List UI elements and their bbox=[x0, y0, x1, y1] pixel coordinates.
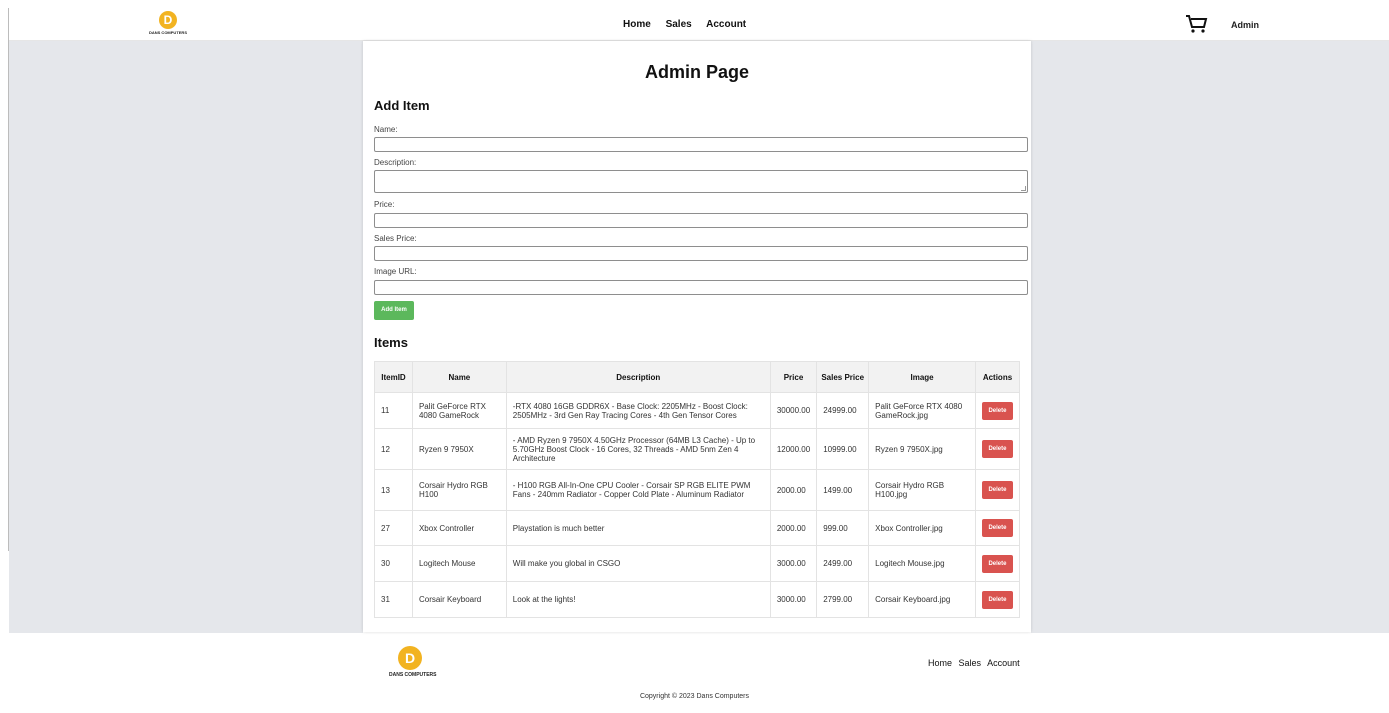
description-textarea[interactable] bbox=[374, 170, 1028, 193]
footer-nav-account[interactable]: Account bbox=[987, 658, 1020, 668]
table-row: 12 Ryzen 9 7950X - AMD Ryzen 9 7950X 4.5… bbox=[374, 428, 1021, 470]
table-header-row: ItemID Name Description Price Sales Pric… bbox=[374, 361, 1021, 393]
cell-sales-price: 1499.00 bbox=[816, 469, 870, 511]
admin-panel: Admin Page Add Item Name: Description: P… bbox=[363, 41, 1031, 632]
delete-button[interactable]: Delete bbox=[981, 519, 1013, 537]
cell-name: Palit GeForce RTX 4080 GameRock bbox=[411, 392, 507, 429]
nav-home[interactable]: Home bbox=[623, 19, 651, 30]
header-name: Name bbox=[411, 361, 507, 393]
cell-price: 2000.00 bbox=[769, 469, 818, 511]
add-item-heading: Add Item bbox=[374, 98, 430, 113]
cell-sales-price: 10999.00 bbox=[816, 428, 870, 470]
table-row: 30 Logitech Mouse Will make you global i… bbox=[374, 545, 1021, 582]
delete-button[interactable]: Delete bbox=[981, 590, 1013, 609]
page-title: Admin Page bbox=[644, 62, 750, 82]
page-background-right bbox=[1031, 41, 1389, 633]
header-image: Image bbox=[868, 361, 976, 393]
header-nav: Home Sales Account bbox=[623, 19, 758, 30]
cell-description: -RTX 4080 16GB GDDR6X - Base Clock: 2205… bbox=[505, 392, 771, 429]
cell-name: Xbox Controller bbox=[411, 510, 507, 546]
footer-logo-text: DANS COMPUTERS bbox=[389, 672, 437, 678]
header-logo[interactable]: D DANS COMPUTERS bbox=[146, 11, 190, 39]
cell-image: Logitech Mouse.jpg bbox=[868, 545, 976, 582]
page-background-left bbox=[9, 41, 363, 633]
cell-itemid: 11 bbox=[374, 392, 413, 429]
cell-actions: Delete bbox=[974, 510, 1021, 546]
table-row: 27 Xbox Controller Playstation is much b… bbox=[374, 510, 1021, 546]
name-label: Name: bbox=[374, 125, 398, 134]
cell-actions: Delete bbox=[974, 581, 1021, 618]
cell-description: - AMD Ryzen 9 7950X 4.50GHz Processor (6… bbox=[505, 428, 771, 470]
footer-nav-sales[interactable]: Sales bbox=[959, 658, 982, 668]
cell-sales-price: 2799.00 bbox=[816, 581, 870, 618]
cell-image: Ryzen 9 7950X.jpg bbox=[868, 428, 976, 470]
cell-itemid: 31 bbox=[374, 581, 413, 618]
cell-sales-price: 999.00 bbox=[816, 510, 870, 546]
delete-button[interactable]: Delete bbox=[981, 481, 1013, 499]
cell-sales-price: 2499.00 bbox=[816, 545, 870, 582]
price-input[interactable] bbox=[374, 213, 1028, 228]
items-table: ItemID Name Description Price Sales Pric… bbox=[374, 361, 1021, 618]
footer-nav: Home Sales Account bbox=[928, 658, 1024, 668]
logo-text: DANS COMPUTERS bbox=[148, 30, 187, 35]
cell-price: 2000.00 bbox=[769, 510, 818, 546]
cell-image: Corsair Hydro RGB H100.jpg bbox=[868, 469, 976, 511]
cell-description: Look at the lights! bbox=[505, 581, 771, 618]
cell-description: Playstation is much better bbox=[505, 510, 771, 546]
cell-price: 3000.00 bbox=[769, 581, 818, 618]
table-row: 31 Corsair Keyboard Look at the lights! … bbox=[374, 581, 1021, 618]
header-description: Description bbox=[505, 361, 771, 393]
footer-logo[interactable]: D DANS COMPUTERS bbox=[389, 646, 437, 678]
shopping-cart-icon[interactable] bbox=[1184, 14, 1208, 34]
sales-price-input[interactable] bbox=[374, 246, 1028, 261]
admin-link[interactable]: Admin bbox=[1231, 20, 1259, 30]
table-row: 13 Corsair Hydro RGB H100 - H100 RGB All… bbox=[374, 469, 1021, 511]
cell-itemid: 12 bbox=[374, 428, 413, 470]
cell-name: Logitech Mouse bbox=[411, 545, 507, 582]
cell-name: Ryzen 9 7950X bbox=[411, 428, 507, 470]
footer-logo-icon: D bbox=[398, 646, 422, 670]
cell-image: Palit GeForce RTX 4080 GameRock.jpg bbox=[868, 392, 976, 429]
cell-actions: Delete bbox=[974, 545, 1021, 582]
resize-handle-icon[interactable] bbox=[1021, 186, 1026, 191]
cell-description: Will make you global in CSGO bbox=[505, 545, 771, 582]
price-label: Price: bbox=[374, 200, 395, 209]
cell-price: 12000.00 bbox=[769, 428, 818, 470]
copyright-text: Copyright © 2023 Dans Computers bbox=[639, 693, 750, 700]
cell-name: Corsair Hydro RGB H100 bbox=[411, 469, 507, 511]
cell-name: Corsair Keyboard bbox=[411, 581, 507, 618]
cell-actions: Delete bbox=[974, 392, 1021, 429]
cell-image: Xbox Controller.jpg bbox=[868, 510, 976, 546]
delete-button[interactable]: Delete bbox=[981, 440, 1013, 458]
cell-image: Corsair Keyboard.jpg bbox=[868, 581, 976, 618]
sales-price-label: Sales Price: bbox=[374, 234, 417, 243]
logo-icon: D bbox=[159, 11, 177, 29]
nav-account[interactable]: Account bbox=[706, 19, 746, 30]
cell-itemid: 30 bbox=[374, 545, 413, 582]
cell-sales-price: 24999.00 bbox=[816, 392, 870, 429]
cell-itemid: 27 bbox=[374, 510, 413, 546]
cell-price: 30000.00 bbox=[769, 392, 818, 429]
delete-button[interactable]: Delete bbox=[981, 401, 1013, 420]
nav-sales[interactable]: Sales bbox=[666, 19, 692, 30]
table-row: 11 Palit GeForce RTX 4080 GameRock -RTX … bbox=[374, 392, 1021, 429]
add-item-button[interactable]: Add Item bbox=[374, 301, 414, 320]
top-header: D DANS COMPUTERS Home Sales Account Admi… bbox=[9, 8, 1389, 41]
delete-button[interactable]: Delete bbox=[981, 554, 1013, 573]
name-input[interactable] bbox=[374, 137, 1028, 152]
footer-nav-home[interactable]: Home bbox=[928, 658, 952, 668]
image-url-input[interactable] bbox=[374, 280, 1028, 295]
items-heading: Items bbox=[374, 335, 408, 350]
cell-actions: Delete bbox=[974, 428, 1021, 470]
header-price: Price bbox=[769, 361, 818, 393]
description-label: Description: bbox=[374, 158, 417, 167]
cell-actions: Delete bbox=[974, 469, 1021, 511]
cell-description: - H100 RGB All-In-One CPU Cooler - Corsa… bbox=[505, 469, 771, 511]
header-actions: Actions bbox=[974, 361, 1021, 393]
cell-itemid: 13 bbox=[374, 469, 413, 511]
image-url-label: Image URL: bbox=[374, 267, 417, 276]
header-sales-price: Sales Price bbox=[816, 361, 870, 393]
header-itemid: ItemID bbox=[374, 361, 413, 393]
cell-price: 3000.00 bbox=[769, 545, 818, 582]
